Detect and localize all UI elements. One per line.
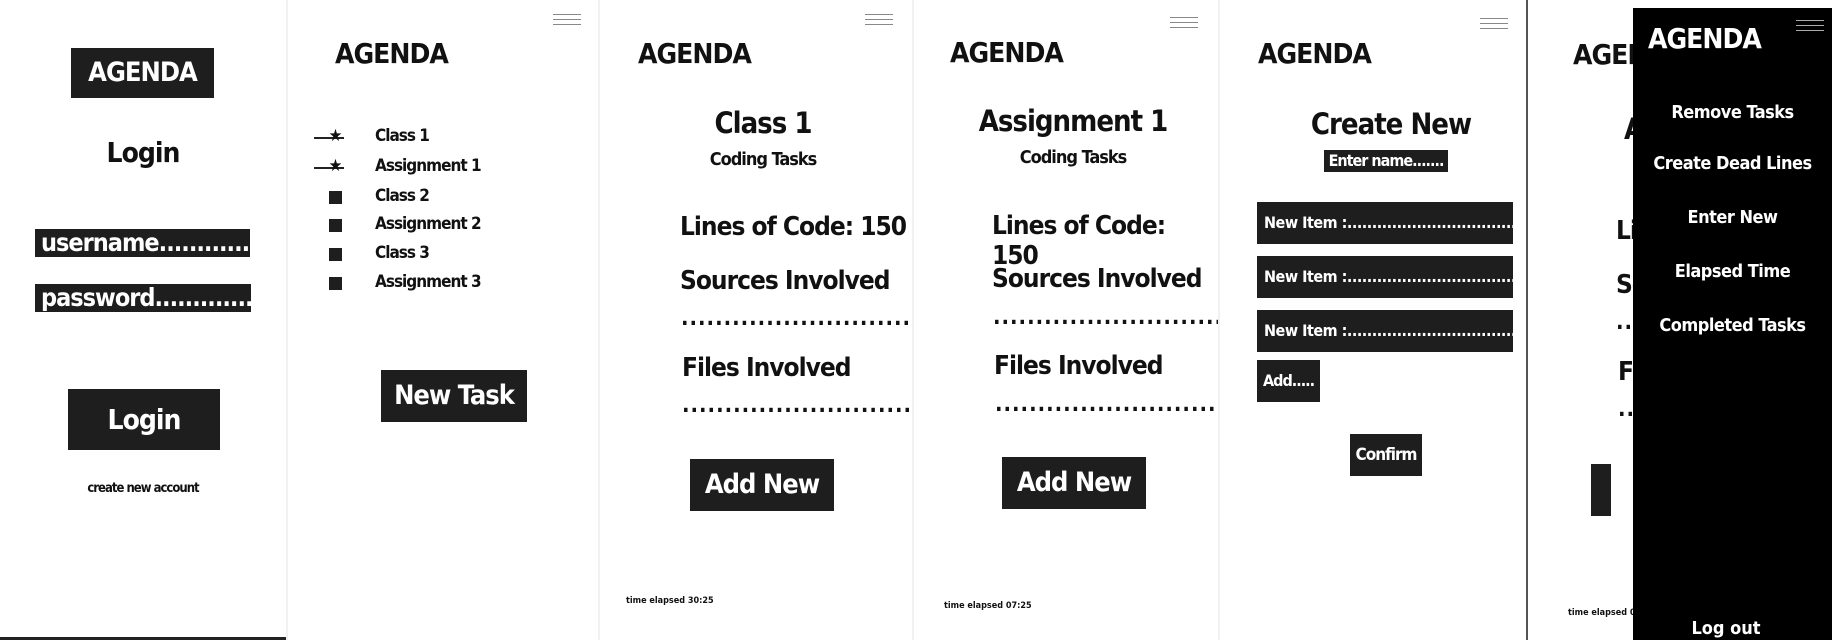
square-bullet-icon (324, 272, 346, 295)
sources-label: Sources Involved (992, 264, 1202, 294)
detail-title: Class 1 (714, 106, 813, 140)
login-title: Login (106, 136, 181, 169)
detail-title: Assignment 1 (978, 104, 1169, 138)
lines-of-code: Lines of Code: 150 (992, 211, 1166, 271)
password-input[interactable]: password............. (35, 284, 254, 312)
square-bullet-icon (324, 214, 346, 237)
add-new-button[interactable]: Add New (1002, 457, 1146, 509)
files-label: Files Involved (682, 353, 851, 383)
task-label: Class 3 (375, 243, 430, 263)
detail-subtitle: Coding Tasks (709, 149, 818, 170)
app-title: AGENDA (1258, 37, 1372, 70)
class-detail-screen: AGENDA Class 1 Coding Tasks Lines of Cod… (600, 0, 912, 640)
time-elapsed: time elapsed 30:25 (626, 596, 714, 606)
files-value: .............................. (682, 393, 912, 418)
menu-item-enter-new[interactable]: Enter New (1633, 207, 1832, 228)
lines-of-code: Lines of Code: 150 (680, 212, 907, 242)
task-label: Assignment 2 (375, 214, 482, 234)
time-elapsed: time elapsed 07:25 (944, 601, 1032, 611)
login-button[interactable]: Login (68, 389, 220, 450)
create-new-screen: AGENDA Create New Enter name....... New … (1220, 0, 1528, 640)
task-list-screen: AGENDA ★ Class 1 ★ Assignment 1 Class 2 … (288, 0, 598, 640)
hamburger-menu-icon[interactable] (865, 14, 893, 27)
menu-drawer-screen: AGEN A Li So ... Fi ... time elapsed 07:… (1528, 0, 1832, 640)
square-bullet-icon (324, 243, 346, 266)
navigation-drawer: AGENDA Remove Tasks Create Dead Lines En… (1633, 8, 1832, 640)
menu-item-elapsed-time[interactable]: Elapsed Time (1633, 261, 1832, 282)
star-icon: ★ (328, 126, 343, 146)
sources-value: .............................. (993, 305, 1218, 330)
app-title: AGENDA (950, 36, 1064, 69)
square-bullet-icon (324, 186, 346, 209)
username-input[interactable]: username............ (35, 229, 250, 257)
task-label: Assignment 3 (375, 272, 482, 292)
sources-label: Sources Involved (680, 266, 890, 296)
task-label: Assignment 1 (375, 156, 482, 176)
app-logo: AGENDA (71, 48, 214, 98)
app-title: AGENDA (638, 37, 752, 70)
hamburger-menu-icon[interactable] (1480, 18, 1508, 31)
hamburger-menu-icon[interactable] (1170, 17, 1198, 30)
add-new-button-peek (1591, 464, 1611, 516)
menu-item-completed-tasks[interactable]: Completed Tasks (1633, 315, 1832, 336)
new-item-field[interactable]: New Item :..............................… (1257, 202, 1513, 244)
menu-item-remove-tasks[interactable]: Remove Tasks (1633, 102, 1832, 123)
menu-item-create-dead-lines[interactable]: Create Dead Lines (1633, 153, 1832, 174)
assignment-detail-screen: AGENDA Assignment 1 Coding Tasks Lines o… (914, 0, 1218, 640)
new-item-field[interactable]: New Item :..............................… (1257, 256, 1513, 298)
new-task-button[interactable]: New Task (381, 370, 527, 422)
sources-value: .............................. (681, 306, 912, 331)
files-value: .............................. (995, 392, 1218, 417)
new-item-field[interactable]: New Item :..............................… (1257, 310, 1513, 352)
add-item-button[interactable]: Add..... (1257, 360, 1320, 402)
task-label: Class 2 (375, 186, 430, 206)
app-title: AGENDA (335, 37, 449, 70)
drawer-title: AGENDA (1648, 22, 1762, 55)
create-new-title: Create New (1310, 107, 1472, 141)
create-account-link[interactable]: create new account (0, 481, 286, 496)
confirm-button[interactable]: Confirm (1350, 434, 1422, 476)
logout-button[interactable]: Log out (1633, 618, 1819, 639)
star-icon: ★ (328, 156, 343, 176)
name-input[interactable]: Enter name....... (1324, 150, 1448, 172)
files-label: Files Involved (994, 351, 1163, 381)
hamburger-menu-icon[interactable] (553, 14, 581, 27)
add-new-button[interactable]: Add New (690, 459, 834, 511)
hamburger-menu-icon[interactable] (1796, 20, 1824, 33)
task-label: Class 1 (375, 126, 430, 146)
login-screen: AGENDA Login username............ passwo… (0, 0, 286, 640)
detail-subtitle: Coding Tasks (1019, 147, 1128, 168)
